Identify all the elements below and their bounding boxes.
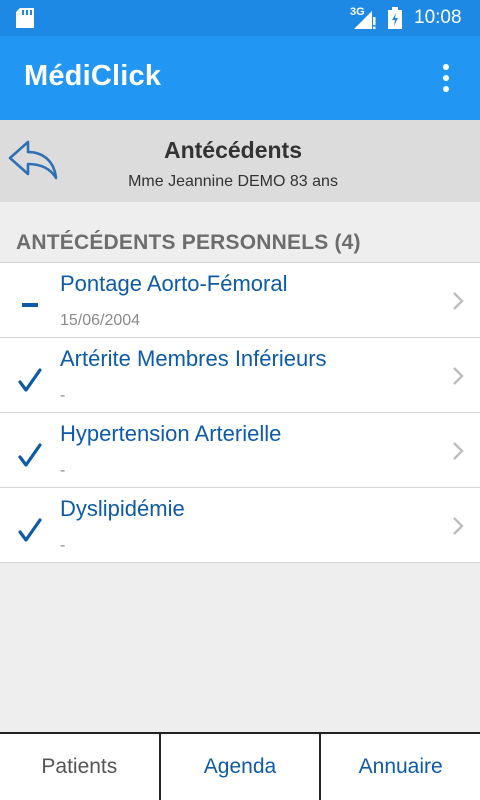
check-icon: [18, 518, 42, 542]
list-item[interactable]: Artérite Membres Inférieurs -: [0, 338, 480, 413]
chevron-right-icon: [453, 292, 464, 310]
status-bar: 3G 10:08: [0, 0, 480, 36]
item-title: Dyslipidémie: [60, 496, 185, 521]
antecedents-list: Pontage Aorto-Fémoral 15/06/2004 Artérit…: [0, 262, 480, 563]
sd-card-icon: [16, 8, 34, 28]
dash-icon: [22, 303, 38, 307]
nav-patients-button[interactable]: Patients: [0, 734, 161, 800]
chevron-right-icon: [453, 442, 464, 460]
item-title: Hypertension Arterielle: [60, 421, 282, 446]
item-date: 15/06/2004: [60, 312, 141, 329]
chevron-right-icon: [453, 517, 464, 535]
list-item[interactable]: Pontage Aorto-Fémoral 15/06/2004: [0, 263, 480, 338]
signal-icon: [354, 11, 376, 29]
section-title: ANTÉCÉDENTS PERSONNELS (4): [16, 231, 361, 254]
overflow-dot-icon: [443, 64, 449, 70]
app-bar: MédiClick: [0, 36, 480, 120]
check-icon: [18, 443, 42, 467]
overflow-menu-button[interactable]: [428, 58, 464, 98]
page-title: Antécédents: [163, 137, 303, 163]
item-date: -: [60, 537, 66, 554]
clock: 10:08: [414, 7, 462, 28]
nav-agenda-button[interactable]: Agenda: [161, 734, 322, 800]
battery-charging-icon: [388, 7, 402, 29]
item-date: -: [60, 462, 66, 479]
list-item[interactable]: Dyslipidémie -: [0, 488, 480, 563]
overflow-dot-icon: [443, 75, 449, 81]
overflow-dot-icon: [443, 86, 449, 92]
item-title: Pontage Aorto-Fémoral: [60, 271, 288, 296]
nav-annuaire-button[interactable]: Annuaire: [321, 734, 480, 800]
check-icon: [18, 368, 42, 392]
list-item[interactable]: Hypertension Arterielle -: [0, 413, 480, 488]
patient-info: Mme Jeannine DEMO 83 ans: [128, 173, 338, 190]
app-title: MédiClick: [24, 60, 162, 92]
item-title: Artérite Membres Inférieurs: [60, 346, 327, 371]
item-date: -: [60, 387, 66, 404]
page-header: Antécédents Mme Jeannine DEMO 83 ans: [0, 120, 480, 202]
chevron-right-icon: [453, 367, 464, 385]
bottom-nav: Patients Agenda Annuaire: [0, 732, 480, 800]
